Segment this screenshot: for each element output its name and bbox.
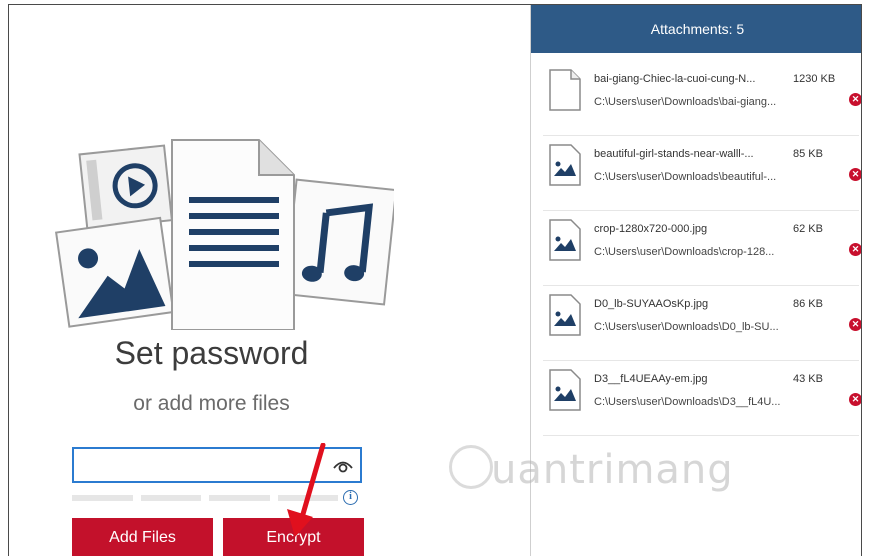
file-path: C:\Users\user\Downloads\crop-128... [594, 246, 775, 258]
music-file-icon [283, 178, 394, 306]
file-name: beautiful-girl-stands-near-walll-... [594, 148, 754, 160]
image-file-icon [549, 369, 581, 411]
attachments-list: bai-giang-Chiec-la-cuoi-cung-N... C:\Use… [543, 61, 861, 436]
info-icon[interactable]: i [343, 490, 358, 505]
document-file-icon [171, 139, 295, 330]
file-path: C:\Users\user\Downloads\beautiful-... [594, 171, 777, 183]
add-files-button[interactable]: Add Files [72, 518, 213, 556]
file-path: C:\Users\user\Downloads\D3__fL4U... [594, 396, 781, 408]
strength-segment [140, 495, 201, 501]
red-arrow-annotation [287, 443, 326, 537]
file-size: 62 KB [793, 223, 823, 235]
image-file-icon [549, 219, 581, 261]
file-name: D3__fL4UEAAy-em.jpg [594, 373, 708, 385]
page-title: Set password [114, 335, 309, 371]
image-file-icon [549, 294, 581, 336]
strength-segment [72, 495, 133, 501]
list-item[interactable]: D0_lb-SUYAAOsKp.jpg C:\Users\user\Downlo… [543, 286, 861, 361]
set-password-pane: Set password or add more files i Add Fil… [9, 5, 530, 556]
strength-segment [209, 495, 270, 501]
image-file-icon [55, 216, 175, 328]
file-path: C:\Users\user\Downloads\D0_lb-SU... [594, 321, 779, 333]
remove-file-icon[interactable]: ✕ [849, 93, 861, 106]
document-icon [549, 69, 581, 111]
list-item[interactable]: bai-giang-Chiec-la-cuoi-cung-N... C:\Use… [543, 61, 861, 136]
app-window: Set password or add more files i Add Fil… [8, 4, 862, 556]
files-illustration [55, 139, 394, 330]
eye-icon[interactable] [332, 458, 354, 474]
file-size: 85 KB [793, 148, 823, 160]
list-item[interactable]: crop-1280x720-000.jpg C:\Users\user\Down… [543, 211, 861, 286]
remove-file-icon[interactable]: ✕ [849, 393, 861, 406]
list-item[interactable]: beautiful-girl-stands-near-walll-... C:\… [543, 136, 861, 211]
file-name: D0_lb-SUYAAOsKp.jpg [594, 298, 709, 310]
file-size: 43 KB [793, 373, 823, 385]
add-more-files-hint: or add more files [133, 392, 290, 415]
video-file-icon [78, 144, 173, 231]
attachments-header: Attachments: 5 [531, 5, 861, 53]
attachments-pane: Attachments: 5 bai-giang-Chiec-la-cuoi-c… [530, 5, 861, 556]
remove-file-icon[interactable]: ✕ [849, 168, 861, 181]
list-item[interactable]: D3__fL4UEAAy-em.jpg C:\Users\user\Downlo… [543, 361, 861, 436]
image-file-icon [549, 144, 581, 186]
file-size: 86 KB [793, 298, 823, 310]
remove-file-icon[interactable]: ✕ [849, 243, 861, 256]
remove-file-icon[interactable]: ✕ [849, 318, 861, 331]
file-path: C:\Users\user\Downloads\bai-giang... [594, 96, 777, 108]
file-size: 1230 KB [793, 73, 836, 85]
file-name: crop-1280x720-000.jpg [594, 223, 708, 235]
file-name: bai-giang-Chiec-la-cuoi-cung-N... [594, 73, 756, 85]
